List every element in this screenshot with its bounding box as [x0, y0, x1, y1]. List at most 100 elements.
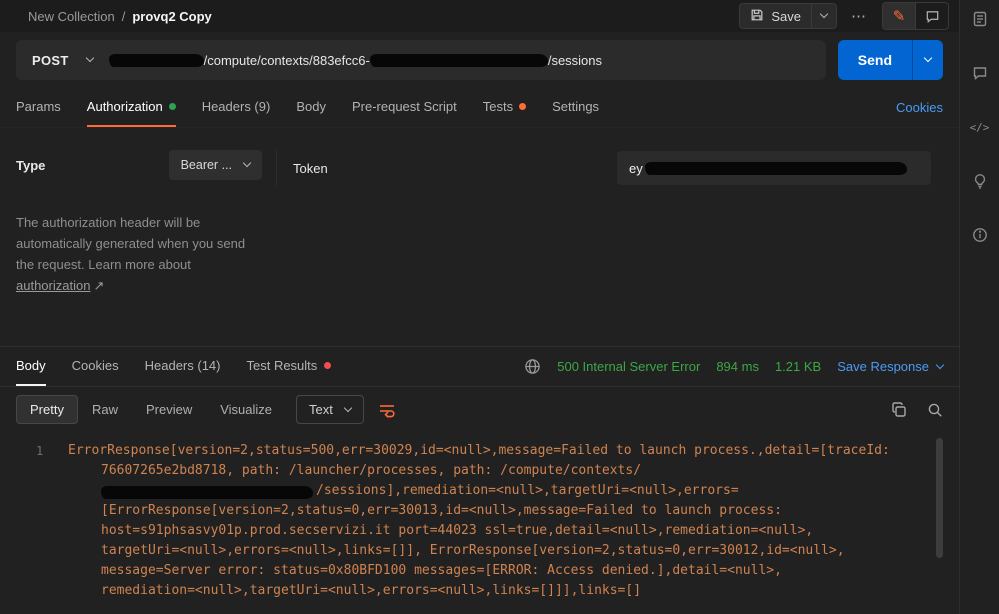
save-dropdown-button[interactable] — [812, 4, 836, 28]
auth-type-value: Bearer ... — [181, 158, 232, 172]
search-icon — [927, 402, 943, 418]
tab-label: Body — [16, 358, 46, 373]
save-button-group: Save — [739, 3, 837, 29]
status-code[interactable]: 500 Internal Server Error — [557, 359, 700, 374]
send-button[interactable]: Send — [838, 40, 912, 80]
auth-type-dropdown[interactable]: Bearer ... — [169, 150, 262, 180]
auth-help-text: The authorization header will be automat… — [16, 212, 248, 296]
toolbar-right — [891, 402, 943, 418]
tab-label: Headers (14) — [145, 358, 221, 373]
response-tab-cookies[interactable]: Cookies — [72, 347, 119, 386]
request-title[interactable]: provq2 Copy — [132, 9, 211, 24]
view-pretty[interactable]: Pretty — [16, 395, 78, 424]
format-dropdown[interactable]: Text — [296, 395, 364, 424]
request-url-row: POST /compute/contexts/883efcc6-/session… — [0, 32, 959, 88]
method-selector[interactable]: POST — [16, 53, 109, 68]
network-globe-icon[interactable] — [524, 358, 541, 375]
cookies-label: Cookies — [896, 100, 943, 115]
code-text: 76607265e2bd8718, path: /launcher/proces… — [101, 463, 641, 478]
url-shell: POST /compute/contexts/883efcc6-/session… — [16, 40, 826, 80]
response-size[interactable]: 1.21 KB — [775, 359, 821, 374]
response-code: ErrorResponse[version=2,status=500,err=3… — [0, 441, 959, 601]
authorization-link[interactable]: authorization — [16, 278, 90, 293]
right-sidebar-rail: </> — [959, 0, 999, 614]
chevron-down-icon — [85, 54, 93, 62]
response-toolbar: Pretty Raw Preview Visualize Text — [0, 386, 959, 432]
response-header: Body Cookies Headers (14) Test Results 5… — [0, 346, 959, 386]
code-snippet-icon[interactable]: </> — [971, 118, 989, 136]
code-line: 76607265e2bd8718, path: /launcher/proces… — [68, 461, 899, 481]
auth-help-sentence: The authorization header will be automat… — [16, 215, 245, 272]
line-number: 1 — [36, 441, 43, 461]
tab-label: Cookies — [72, 358, 119, 373]
green-dot-icon — [169, 103, 176, 110]
chevron-down-icon — [243, 159, 251, 167]
comment-button[interactable] — [916, 3, 948, 29]
copy-icon — [891, 402, 907, 418]
view-raw[interactable]: Raw — [78, 395, 132, 424]
tab-body[interactable]: Body — [296, 88, 326, 127]
view-label: Raw — [92, 402, 118, 417]
lightbulb-icon[interactable] — [971, 172, 989, 190]
tab-settings[interactable]: Settings — [552, 88, 599, 127]
chevron-down-icon — [924, 54, 932, 62]
chevron-down-icon — [936, 360, 944, 368]
send-dropdown-button[interactable] — [913, 40, 943, 80]
url-redaction-host — [109, 54, 204, 67]
code-line: [ErrorResponse[version=2,status=0,err=30… — [68, 501, 899, 521]
tab-headers[interactable]: Headers (9) — [202, 88, 271, 127]
info-icon[interactable] — [971, 226, 989, 244]
code-line: /sessions],remediation=<null>,targetUri=… — [68, 481, 899, 501]
more-options-button[interactable]: ⋯ — [837, 7, 882, 25]
url-suffix: /sessions — [548, 53, 602, 68]
documentation-icon[interactable] — [971, 10, 989, 28]
auth-row: Type Bearer ... Token ey — [16, 150, 943, 186]
postman-window: New Collection / provq2 Copy Save ⋯ ✎ — [0, 0, 999, 614]
url-id-fragment: 883efcc6- — [313, 53, 370, 68]
token-input[interactable]: ey — [617, 151, 931, 185]
tab-label: Headers (9) — [202, 99, 271, 114]
response-tab-body[interactable]: Body — [16, 347, 46, 386]
save-label: Save — [771, 9, 801, 24]
response-tab-test-results[interactable]: Test Results — [246, 347, 331, 386]
save-button[interactable]: Save — [740, 4, 811, 28]
comments-icon[interactable] — [971, 64, 989, 82]
edit-button[interactable]: ✎ — [883, 3, 915, 29]
tab-authorization[interactable]: Authorization — [87, 88, 176, 127]
wrap-lines-icon — [378, 402, 396, 418]
token-visible-prefix: ey — [629, 161, 643, 176]
type-label: Type — [16, 158, 45, 173]
scrollbar[interactable] — [936, 438, 943, 558]
tab-label: Tests — [483, 99, 513, 114]
format-value: Text — [309, 402, 333, 417]
code-text: message=Server error: status=0x80BFD100 … — [101, 563, 782, 578]
response-body[interactable]: 1 ErrorResponse[version=2,status=500,err… — [0, 432, 959, 614]
view-preview[interactable]: Preview — [132, 395, 206, 424]
comment-icon — [925, 9, 940, 24]
search-button[interactable] — [927, 402, 943, 418]
url-input[interactable]: /compute/contexts/883efcc6-/sessions — [109, 53, 826, 68]
cookies-link[interactable]: Cookies — [896, 88, 943, 127]
breadcrumb[interactable]: New Collection — [28, 9, 115, 24]
view-label: Visualize — [220, 402, 272, 417]
orange-dot-icon — [519, 103, 526, 110]
tab-prerequest-script[interactable]: Pre-request Script — [352, 88, 457, 127]
copy-button[interactable] — [891, 402, 907, 418]
view-visualize[interactable]: Visualize — [206, 395, 286, 424]
response-tab-headers[interactable]: Headers (14) — [145, 347, 221, 386]
tab-tests[interactable]: Tests — [483, 88, 526, 127]
method-label: POST — [32, 53, 69, 68]
send-label: Send — [858, 52, 892, 68]
wrap-lines-toggle[interactable] — [378, 402, 396, 418]
main-column: New Collection / provq2 Copy Save ⋯ ✎ — [0, 0, 959, 614]
code-line: ErrorResponse[version=2,status=500,err=3… — [68, 441, 899, 461]
response-meta: 500 Internal Server Error 894 ms 1.21 KB… — [524, 347, 943, 386]
chevron-down-icon — [344, 403, 352, 411]
save-response-label: Save Response — [837, 359, 929, 374]
tab-params[interactable]: Params — [16, 88, 61, 127]
code-line: message=Server error: status=0x80BFD100 … — [68, 561, 899, 581]
edit-comment-group: ✎ — [882, 2, 949, 30]
response-time[interactable]: 894 ms — [716, 359, 759, 374]
external-link-icon: ↗ — [93, 278, 104, 293]
save-response-button[interactable]: Save Response — [837, 359, 943, 374]
